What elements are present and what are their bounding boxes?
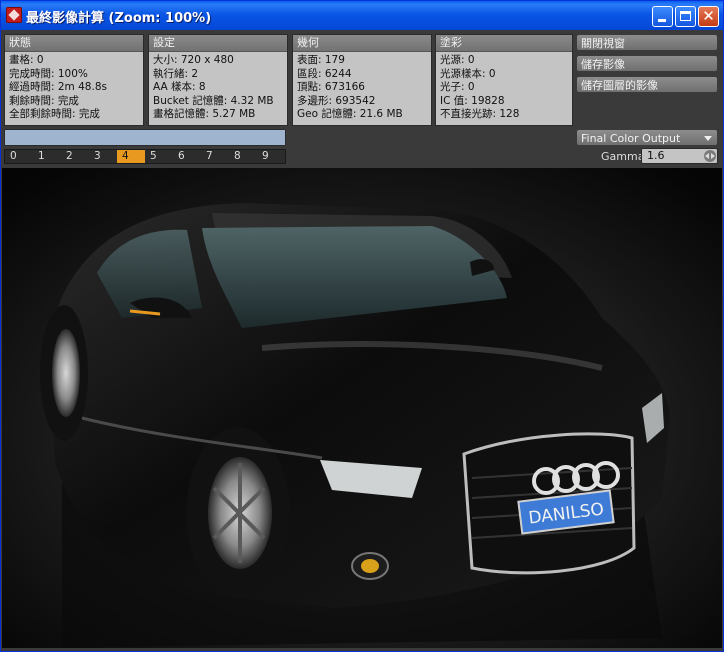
stat-line: 多邊形: 693542 bbox=[297, 94, 376, 107]
gamma-input[interactable]: 1.6 bbox=[641, 148, 718, 164]
frame-page-button[interactable]: 5 bbox=[145, 150, 173, 163]
maximize-icon bbox=[680, 11, 691, 21]
stat-line: AA 樣本: 8 bbox=[153, 81, 206, 94]
stat-line: 畫格: 0 bbox=[9, 54, 44, 66]
stat-line: 光子: 0 bbox=[440, 81, 475, 94]
stat-line: 表面: 179 bbox=[297, 54, 345, 66]
app-icon bbox=[6, 7, 22, 23]
stat-line: 不直接光跡: 128 bbox=[440, 108, 520, 121]
output-buffer-value: Final Color Output bbox=[581, 132, 681, 145]
frame-page-button[interactable]: 3 bbox=[89, 150, 117, 163]
frame-page-button[interactable]: 4 bbox=[117, 150, 145, 163]
frame-page-button[interactable]: 6 bbox=[173, 150, 201, 163]
frame-page-button[interactable]: 0 bbox=[5, 150, 33, 163]
window-title: 最終影像計算 (Zoom: 100%) bbox=[26, 11, 212, 26]
stat-line: IC 值: 19828 bbox=[440, 94, 505, 107]
panel-title: 設定 bbox=[149, 35, 287, 52]
panel-title: 狀態 bbox=[5, 35, 143, 52]
gamma-label: Gamma bbox=[601, 150, 645, 163]
stat-line: Bucket 記憶體: 4.32 MB bbox=[153, 94, 274, 107]
frame-page-button[interactable]: 7 bbox=[201, 150, 229, 163]
title-bar[interactable]: 最終影像計算 (Zoom: 100%) ✕ bbox=[1, 1, 723, 30]
stat-line: Geo 記憶體: 21.6 MB bbox=[297, 108, 403, 121]
stat-line: 剩餘時間: 完成 bbox=[9, 94, 79, 107]
save-layered-image-button[interactable]: 儲存圖層的影像 bbox=[576, 76, 718, 93]
chevron-down-icon bbox=[704, 136, 712, 141]
render-progress-bar bbox=[4, 129, 286, 146]
panel-title: 塗彩 bbox=[436, 35, 572, 52]
settings-panel: 設定 大小: 720 x 480 執行緒: 2 AA 樣本: 8 Bucket … bbox=[148, 34, 288, 126]
stat-line: 執行緒: 2 bbox=[153, 67, 199, 80]
render-window: 最終影像計算 (Zoom: 100%) ✕ 狀態 畫格: 0 完成時間: 100… bbox=[0, 0, 724, 652]
minimize-button[interactable] bbox=[652, 6, 673, 27]
stat-line: 完成時間: 100% bbox=[9, 67, 88, 80]
stat-line: 經過時間: 2m 48.8s bbox=[9, 81, 107, 94]
frame-page-button[interactable]: 8 bbox=[229, 150, 257, 163]
stat-line: 頂點: 673166 bbox=[297, 81, 365, 94]
rendered-car-image: DANILSO bbox=[2, 168, 722, 648]
close-icon: ✕ bbox=[702, 7, 715, 25]
frame-page-button[interactable]: 2 bbox=[61, 150, 89, 163]
close-window-button[interactable]: 關閉視窗 bbox=[576, 34, 718, 51]
stat-line: 全部剩餘時間: 完成 bbox=[9, 108, 100, 121]
gamma-stepper-icon[interactable] bbox=[704, 150, 716, 162]
stat-line: 大小: 720 x 480 bbox=[153, 54, 234, 66]
output-buffer-select[interactable]: Final Color Output bbox=[576, 129, 718, 146]
save-image-button[interactable]: 儲存影像 bbox=[576, 55, 718, 72]
frame-page-button[interactable]: 9 bbox=[257, 150, 285, 163]
minimize-icon bbox=[658, 19, 666, 22]
frame-pager: 0123456789 bbox=[4, 149, 286, 164]
status-panel: 狀態 畫格: 0 完成時間: 100% 經過時間: 2m 48.8s 剩餘時間:… bbox=[4, 34, 144, 126]
stat-line: 光源: 0 bbox=[440, 54, 475, 66]
progress-fill bbox=[5, 130, 285, 145]
frame-page-button[interactable]: 1 bbox=[33, 150, 61, 163]
stat-line: 光源樣本: 0 bbox=[440, 67, 496, 80]
panel-title: 幾何 bbox=[293, 35, 431, 52]
maximize-button[interactable] bbox=[675, 6, 696, 27]
render-viewport: DANILSO bbox=[2, 168, 722, 648]
stat-line: 畫格記憶體: 5.27 MB bbox=[153, 108, 256, 121]
close-button[interactable]: ✕ bbox=[698, 6, 719, 27]
shading-panel: 塗彩 光源: 0 光源樣本: 0 光子: 0 IC 值: 19828 不直接光跡… bbox=[435, 34, 573, 126]
gamma-value: 1.6 bbox=[647, 149, 665, 162]
geometry-panel: 幾何 表面: 179 區段: 6244 頂點: 673166 多邊形: 6935… bbox=[292, 34, 432, 126]
stat-line: 區段: 6244 bbox=[297, 67, 352, 80]
